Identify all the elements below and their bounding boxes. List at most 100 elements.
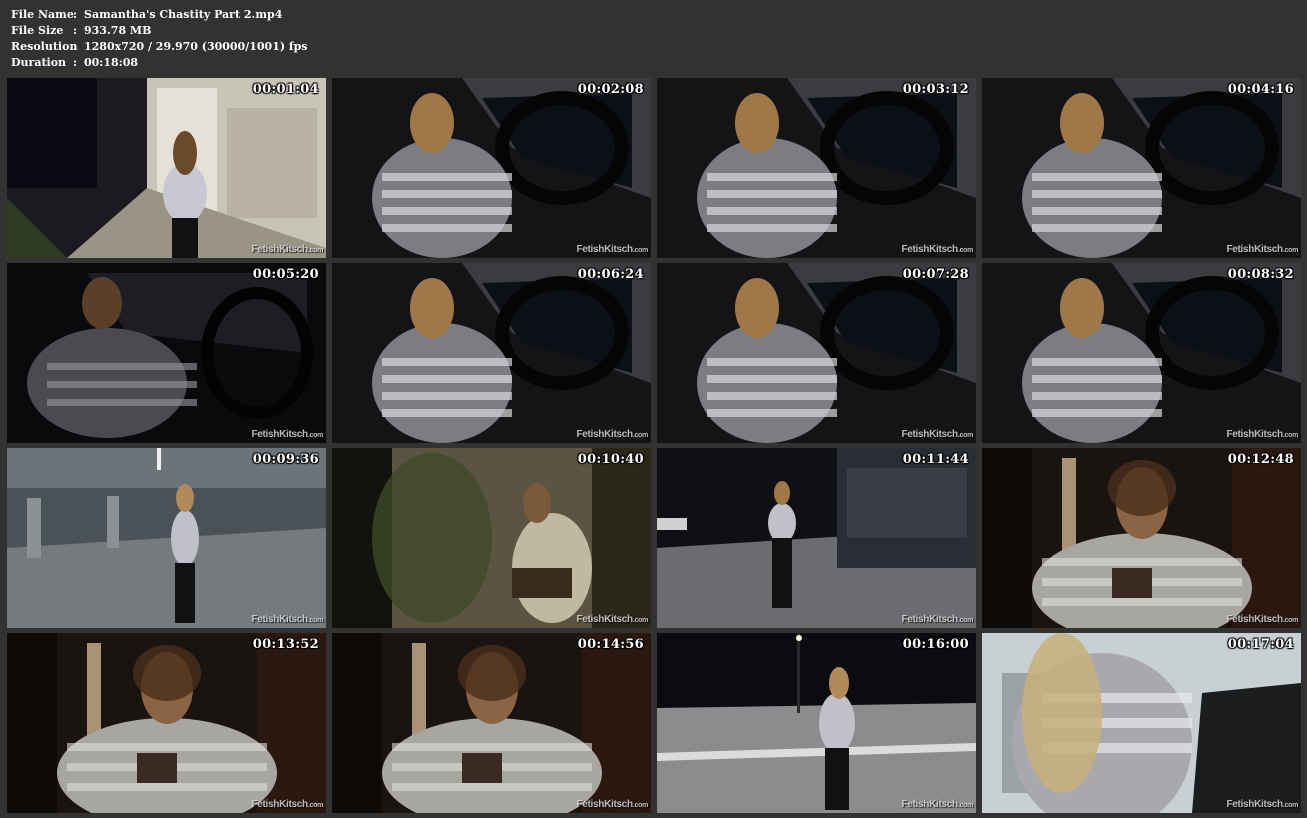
watermark-main: FetishKitsch [576, 799, 633, 810]
thumbnail-image [657, 263, 976, 443]
info-row-file-size: File Size : 933.78 MB [11, 23, 308, 39]
thumbnail-image [657, 633, 976, 813]
watermark-main: FetishKitsch [251, 429, 308, 440]
thumbnail-image [332, 448, 651, 628]
video-thumbnail: 00:13:52 FetishKitsch.com [7, 633, 326, 813]
thumbnail-image [982, 263, 1301, 443]
thumbnail-image [332, 78, 651, 258]
watermark-main: FetishKitsch [901, 429, 958, 440]
watermark-suffix: .com [1282, 617, 1298, 624]
thumbnail-timestamp: 00:08:32 [1227, 267, 1294, 282]
video-thumbnail: 00:10:40 FetishKitsch.com [332, 448, 651, 628]
info-row-duration: Duration : 00:18:08 [11, 55, 308, 71]
thumbnail-timestamp: 00:06:24 [577, 267, 644, 282]
thumbnail-timestamp: 00:13:52 [252, 637, 319, 652]
video-thumbnail: 00:09:36 FetishKitsch.com [7, 448, 326, 628]
watermark: FetishKitsch.com [901, 614, 973, 625]
video-thumbnail: 00:14:56 FetishKitsch.com [332, 633, 651, 813]
info-value: 1280x720 / 29.970 (30000/1001) fps [84, 40, 308, 53]
watermark: FetishKitsch.com [576, 429, 648, 440]
watermark: FetishKitsch.com [251, 799, 323, 810]
thumbnail-timestamp: 00:16:00 [902, 637, 969, 652]
video-thumbnail: 00:01:04 FetishKitsch.com [7, 78, 326, 258]
watermark: FetishKitsch.com [1226, 244, 1298, 255]
thumbnail-image [982, 633, 1301, 813]
info-separator: : [73, 40, 78, 53]
watermark-main: FetishKitsch [251, 614, 308, 625]
info-value: 00:18:08 [84, 56, 139, 69]
video-thumbnail: 00:16:00 FetishKitsch.com [657, 633, 976, 813]
watermark: FetishKitsch.com [251, 244, 323, 255]
watermark-main: FetishKitsch [1226, 429, 1283, 440]
watermark-main: FetishKitsch [251, 799, 308, 810]
thumbnail-image [7, 263, 326, 443]
watermark-main: FetishKitsch [1226, 244, 1283, 255]
info-row-file-name: File Name : Samantha's Chastity Part 2.m… [11, 7, 308, 23]
watermark-suffix: .com [307, 247, 323, 254]
watermark: FetishKitsch.com [901, 244, 973, 255]
thumbnail-image [7, 448, 326, 628]
info-separator: : [73, 56, 78, 69]
info-label: File Name [11, 8, 74, 21]
thumbnail-timestamp: 00:12:48 [1227, 452, 1294, 467]
watermark-suffix: .com [307, 432, 323, 439]
video-thumbnail: 00:08:32 FetishKitsch.com [982, 263, 1301, 443]
watermark: FetishKitsch.com [576, 799, 648, 810]
thumbnail-image [657, 448, 976, 628]
video-thumbnail: 00:12:48 FetishKitsch.com [982, 448, 1301, 628]
watermark-suffix: .com [957, 247, 973, 254]
video-thumbnail: 00:17:04 FetishKitsch.com [982, 633, 1301, 813]
thumbnail-image [982, 78, 1301, 258]
thumbnail-image [7, 633, 326, 813]
thumbnail-timestamp: 00:04:16 [1227, 82, 1294, 97]
thumbnail-timestamp: 00:11:44 [902, 452, 969, 467]
thumbnail-image [982, 448, 1301, 628]
watermark-suffix: .com [1282, 802, 1298, 809]
thumbnail-timestamp: 00:03:12 [902, 82, 969, 97]
thumbnail-timestamp: 00:17:04 [1227, 637, 1294, 652]
thumbnail-timestamp: 00:05:20 [252, 267, 319, 282]
watermark-suffix: .com [957, 617, 973, 624]
watermark: FetishKitsch.com [1226, 429, 1298, 440]
watermark: FetishKitsch.com [1226, 614, 1298, 625]
file-info-panel: File Name : Samantha's Chastity Part 2.m… [11, 7, 308, 71]
watermark-main: FetishKitsch [901, 614, 958, 625]
thumbnail-timestamp: 00:14:56 [577, 637, 644, 652]
video-thumbnail: 00:06:24 FetishKitsch.com [332, 263, 651, 443]
video-thumbnail: 00:11:44 FetishKitsch.com [657, 448, 976, 628]
watermark-main: FetishKitsch [251, 244, 308, 255]
thumbnail-image [332, 633, 651, 813]
thumbnail-timestamp: 00:10:40 [577, 452, 644, 467]
watermark-main: FetishKitsch [576, 244, 633, 255]
thumbnail-image [657, 78, 976, 258]
thumbnail-grid: 00:01:04 FetishKitsch.com 00:02:08 FetishKi… [7, 78, 1301, 813]
info-value: 933.78 MB [84, 24, 152, 37]
watermark: FetishKitsch.com [576, 244, 648, 255]
info-label: Duration [11, 56, 67, 69]
watermark-main: FetishKitsch [576, 429, 633, 440]
thumbnail-image [7, 78, 326, 258]
info-separator: : [73, 8, 78, 21]
watermark-suffix: .com [307, 802, 323, 809]
watermark-suffix: .com [957, 802, 973, 809]
thumbnail-image [332, 263, 651, 443]
watermark-main: FetishKitsch [1226, 799, 1283, 810]
info-label: Resolution [11, 40, 78, 53]
watermark-suffix: .com [957, 432, 973, 439]
watermark-suffix: .com [632, 802, 648, 809]
thumbnail-timestamp: 00:01:04 [252, 82, 319, 97]
watermark-suffix: .com [632, 432, 648, 439]
info-label: File Size [11, 24, 64, 37]
watermark-main: FetishKitsch [901, 799, 958, 810]
video-thumbnail: 00:07:28 FetishKitsch.com [657, 263, 976, 443]
watermark-suffix: .com [307, 617, 323, 624]
watermark: FetishKitsch.com [251, 429, 323, 440]
watermark: FetishKitsch.com [901, 429, 973, 440]
video-thumbnail: 00:04:16 FetishKitsch.com [982, 78, 1301, 258]
thumbnail-timestamp: 00:07:28 [902, 267, 969, 282]
watermark-suffix: .com [1282, 432, 1298, 439]
watermark-main: FetishKitsch [901, 244, 958, 255]
info-row-resolution: Resolution : 1280x720 / 29.970 (30000/10… [11, 39, 308, 55]
watermark-suffix: .com [1282, 247, 1298, 254]
watermark: FetishKitsch.com [576, 614, 648, 625]
